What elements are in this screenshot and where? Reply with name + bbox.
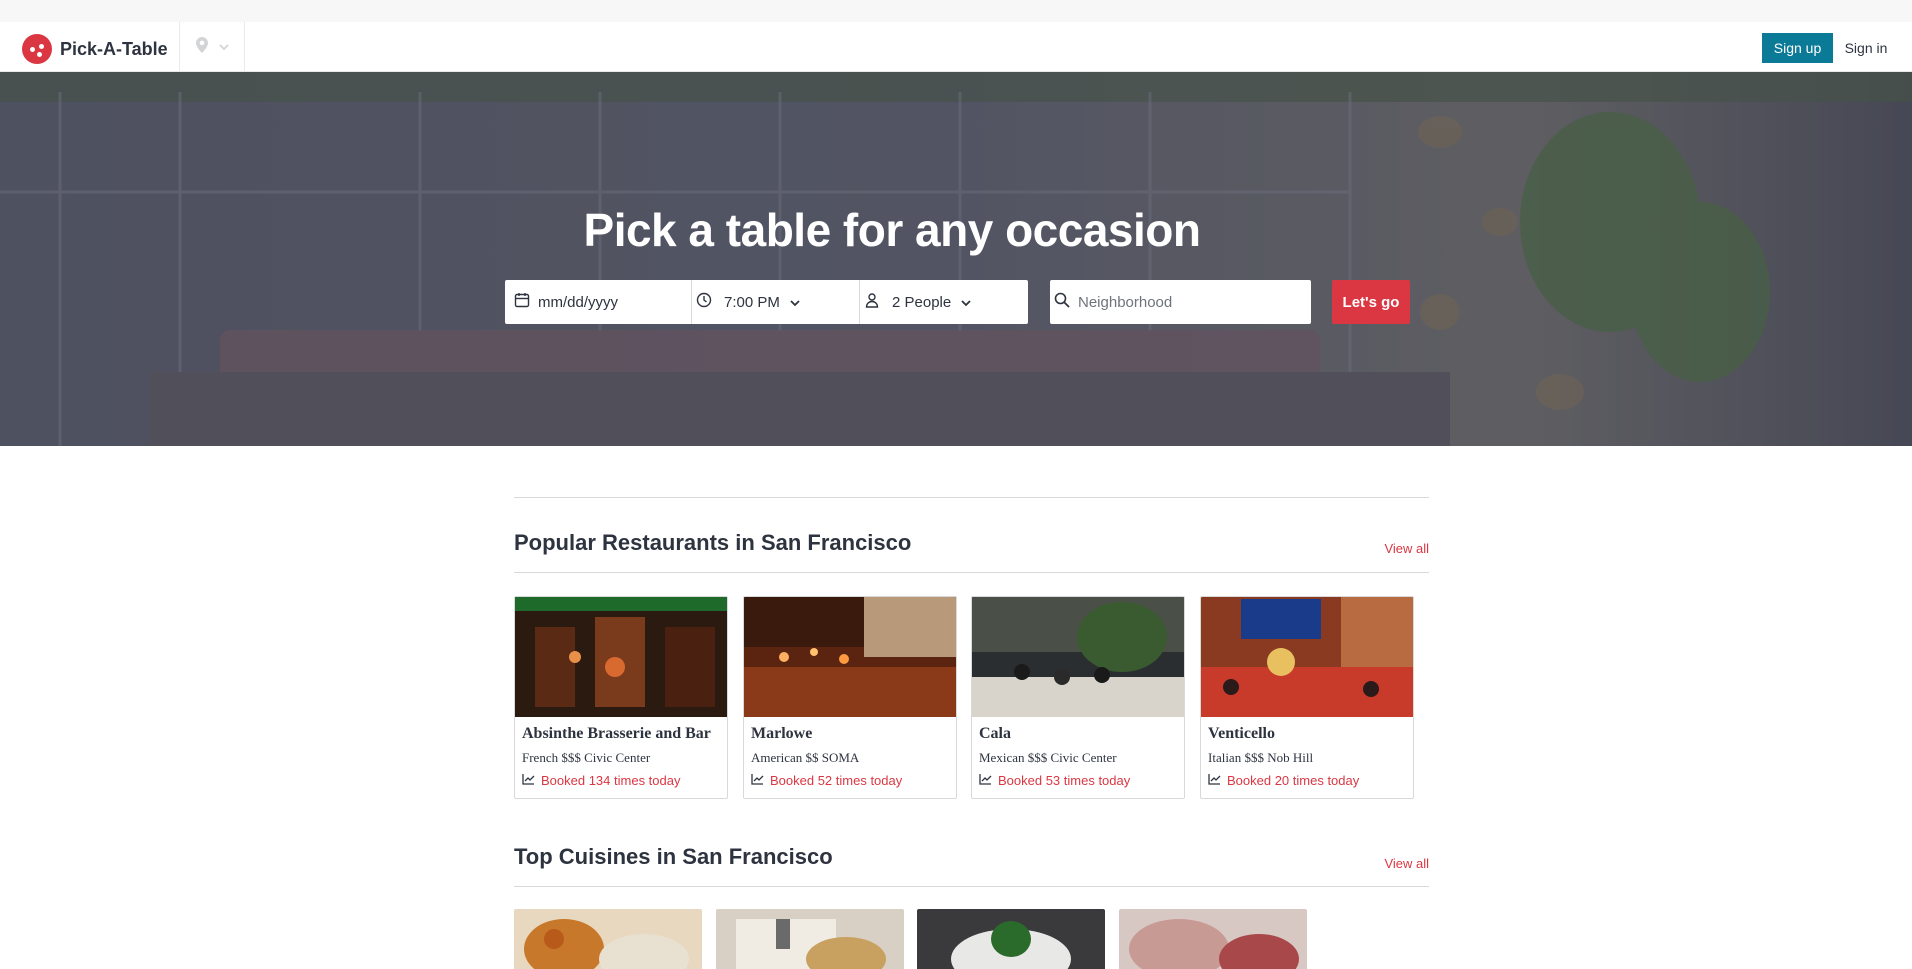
section-divider <box>514 572 1429 573</box>
restaurant-card[interactable]: Cala Mexican $$$ Civic Center Booked 53 … <box>971 596 1185 799</box>
booking-count: Booked 52 times today <box>751 773 902 788</box>
neighborhood-search <box>1050 280 1311 324</box>
sign-in-button[interactable]: Sign in <box>1840 33 1892 63</box>
neighborhood-input[interactable] <box>1078 282 1298 322</box>
time-select[interactable]: 7:00 PM <box>692 280 860 324</box>
party-size-select[interactable]: 2 People <box>860 280 1028 324</box>
cuisine-photo <box>514 909 702 969</box>
chevron-down-icon <box>219 38 229 56</box>
cuisines-view-all-link[interactable]: View all <box>1384 856 1429 871</box>
location-picker[interactable] <box>180 22 244 72</box>
restaurant-name: Absinthe Brasserie and Bar <box>522 725 711 742</box>
clock-icon <box>696 292 712 312</box>
restaurant-meta: American $$ SOMA <box>751 750 860 765</box>
reservation-search-bar: mm/dd/yyyy 7:00 PM 2 People <box>505 280 1028 324</box>
chevron-down-icon <box>790 294 800 311</box>
cuisine-photo <box>1119 909 1307 969</box>
calendar-icon <box>514 292 530 312</box>
restaurant-meta: Italian $$$ Nob Hill <box>1208 750 1314 765</box>
section-divider <box>514 497 1429 498</box>
chevron-down-icon <box>961 294 971 311</box>
restaurant-meta: Mexican $$$ Civic Center <box>979 750 1117 765</box>
trending-icon <box>751 773 764 788</box>
logo-icon <box>22 34 52 64</box>
lets-go-button[interactable]: Let's go <box>1332 280 1410 324</box>
trending-icon <box>1208 773 1221 788</box>
person-icon <box>864 292 880 312</box>
restaurant-photo <box>515 597 727 717</box>
cuisine-card[interactable] <box>1119 909 1307 969</box>
party-size-value: 2 People <box>892 293 952 311</box>
cuisine-card[interactable] <box>917 909 1105 969</box>
booking-count: Booked 53 times today <box>979 773 1130 788</box>
trending-icon <box>979 773 992 788</box>
restaurant-photo <box>1201 597 1413 717</box>
restaurant-meta: French $$$ Civic Center <box>522 750 651 765</box>
section-divider <box>514 886 1429 887</box>
browser-top-strip <box>0 0 1912 22</box>
restaurant-name: Cala <box>979 725 1011 742</box>
time-value: 7:00 PM <box>724 293 780 311</box>
navbar: Pick-A-Table Sign up Sign in <box>0 22 1912 72</box>
sign-up-button[interactable]: Sign up <box>1762 33 1833 63</box>
date-placeholder: mm/dd/yyyy <box>538 293 619 311</box>
booking-count: Booked 134 times today <box>522 773 680 788</box>
cuisine-card[interactable] <box>716 909 904 969</box>
restaurant-name: Venticello <box>1208 725 1275 742</box>
date-picker[interactable]: mm/dd/yyyy <box>505 280 692 324</box>
restaurant-photo <box>972 597 1184 717</box>
hero-background-image <box>0 72 1912 446</box>
booking-count: Booked 20 times today <box>1208 773 1359 788</box>
logo[interactable]: Pick-A-Table <box>22 34 168 64</box>
hero-title: Pick a table for any occasion <box>583 204 1201 256</box>
hero-banner: Pick a table for any occasion mm/dd/yyyy… <box>0 72 1912 446</box>
restaurant-card[interactable]: Absinthe Brasserie and Bar French $$$ Ci… <box>514 596 728 799</box>
location-pin-icon <box>195 36 209 58</box>
cuisines-section-title: Top Cuisines in San Francisco <box>514 844 833 869</box>
restaurant-card[interactable]: Venticello Italian $$$ Nob Hill Booked 2… <box>1200 596 1414 799</box>
popular-view-all-link[interactable]: View all <box>1384 541 1429 556</box>
restaurant-photo <box>744 597 956 717</box>
cuisine-photo <box>716 909 904 969</box>
cuisine-photo <box>917 909 1105 969</box>
search-icon <box>1054 292 1070 313</box>
restaurant-card[interactable]: Marlowe American $$ SOMA Booked 52 times… <box>743 596 957 799</box>
popular-section-title: Popular Restaurants in San Francisco <box>514 530 912 555</box>
cuisine-card[interactable] <box>514 909 702 969</box>
app-name: Pick-A-Table <box>60 38 168 59</box>
restaurant-name: Marlowe <box>751 725 813 742</box>
nav-divider <box>244 22 245 72</box>
trending-icon <box>522 773 535 788</box>
